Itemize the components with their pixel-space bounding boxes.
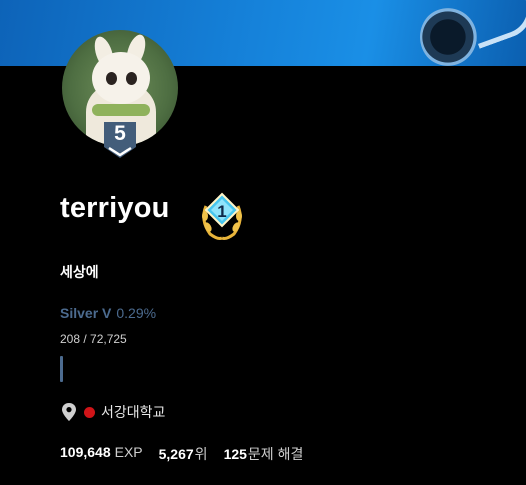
organization-name[interactable]: 서강대학교 <box>101 402 165 422</box>
tier-name[interactable]: Silver V <box>60 305 111 321</box>
rank-stat: 5,267위 <box>159 444 208 464</box>
rank-badge[interactable]: 1 <box>196 190 248 242</box>
tier-info: Silver V 0.29% <box>60 305 156 321</box>
organization-color-dot <box>84 406 95 418</box>
avatar-figure-eye <box>106 72 117 85</box>
avatar-figure-scarf <box>92 104 150 116</box>
rating-progress-bar <box>60 356 63 382</box>
exp-value: 109,648 <box>60 444 111 460</box>
avatar-figure-eye <box>126 72 137 85</box>
exp-unit: EXP <box>114 444 143 460</box>
tier-level-number: 5 <box>114 122 126 145</box>
profile-stats: 109,648 EXP 5,267위 125문제 해결 <box>60 444 319 464</box>
avatar-figure-head <box>92 52 150 104</box>
tier-percentile: 0.29% <box>116 305 157 321</box>
username: terriyou <box>60 192 170 224</box>
location-pin-icon <box>62 403 76 421</box>
solved-value: 125 <box>223 446 247 462</box>
exp-stat: 109,648 EXP <box>60 444 143 464</box>
organization-row: 서강대학교 <box>60 402 165 422</box>
rank-value: 5,267 <box>158 446 194 462</box>
rating-progress-text: 208 / 72,725 <box>60 332 127 346</box>
solved-unit: 문제 해결 <box>247 446 304 462</box>
tier-badge[interactable]: 5 <box>103 121 137 159</box>
solved-stat[interactable]: 125문제 해결 <box>224 444 304 464</box>
rank-badge-number: 1 <box>217 202 227 221</box>
profile-bio: 세상에 <box>60 264 99 280</box>
rank-unit: 위 <box>194 446 208 462</box>
